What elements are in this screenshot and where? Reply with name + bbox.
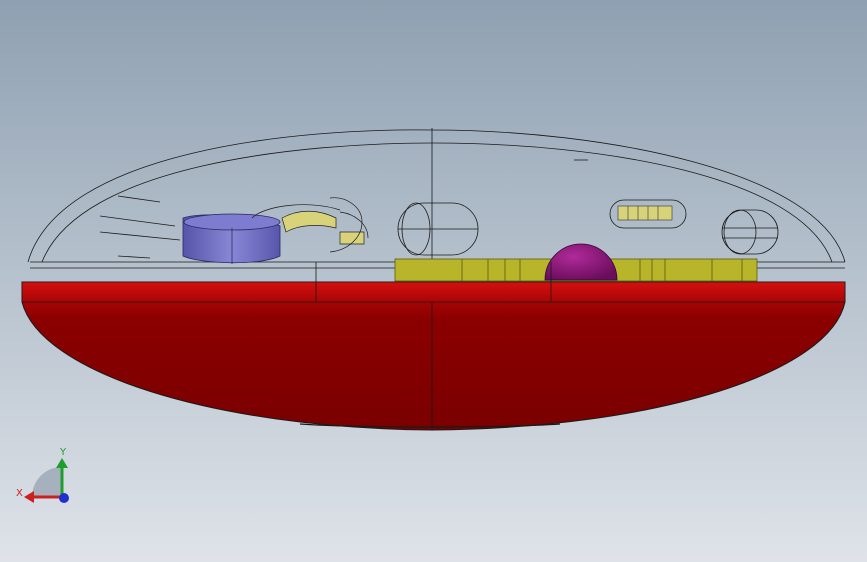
- battery[interactable]: [182, 213, 281, 264]
- upper-shell-wireframe: [27, 128, 846, 269]
- capsule-switch-center[interactable]: [397, 202, 479, 256]
- triad-y-label: Y: [59, 447, 67, 458]
- capsule-right[interactable]: [721, 209, 779, 255]
- spring-coil-left[interactable]: [281, 210, 365, 245]
- model-viewport[interactable]: Y X: [0, 0, 867, 562]
- spring-coil-right[interactable]: [609, 199, 687, 229]
- coordinate-triad-icon: Y X: [16, 447, 69, 503]
- button-ball[interactable]: [544, 243, 618, 281]
- lower-shell[interactable]: [21, 262, 846, 431]
- triad-x-label: X: [16, 488, 23, 499]
